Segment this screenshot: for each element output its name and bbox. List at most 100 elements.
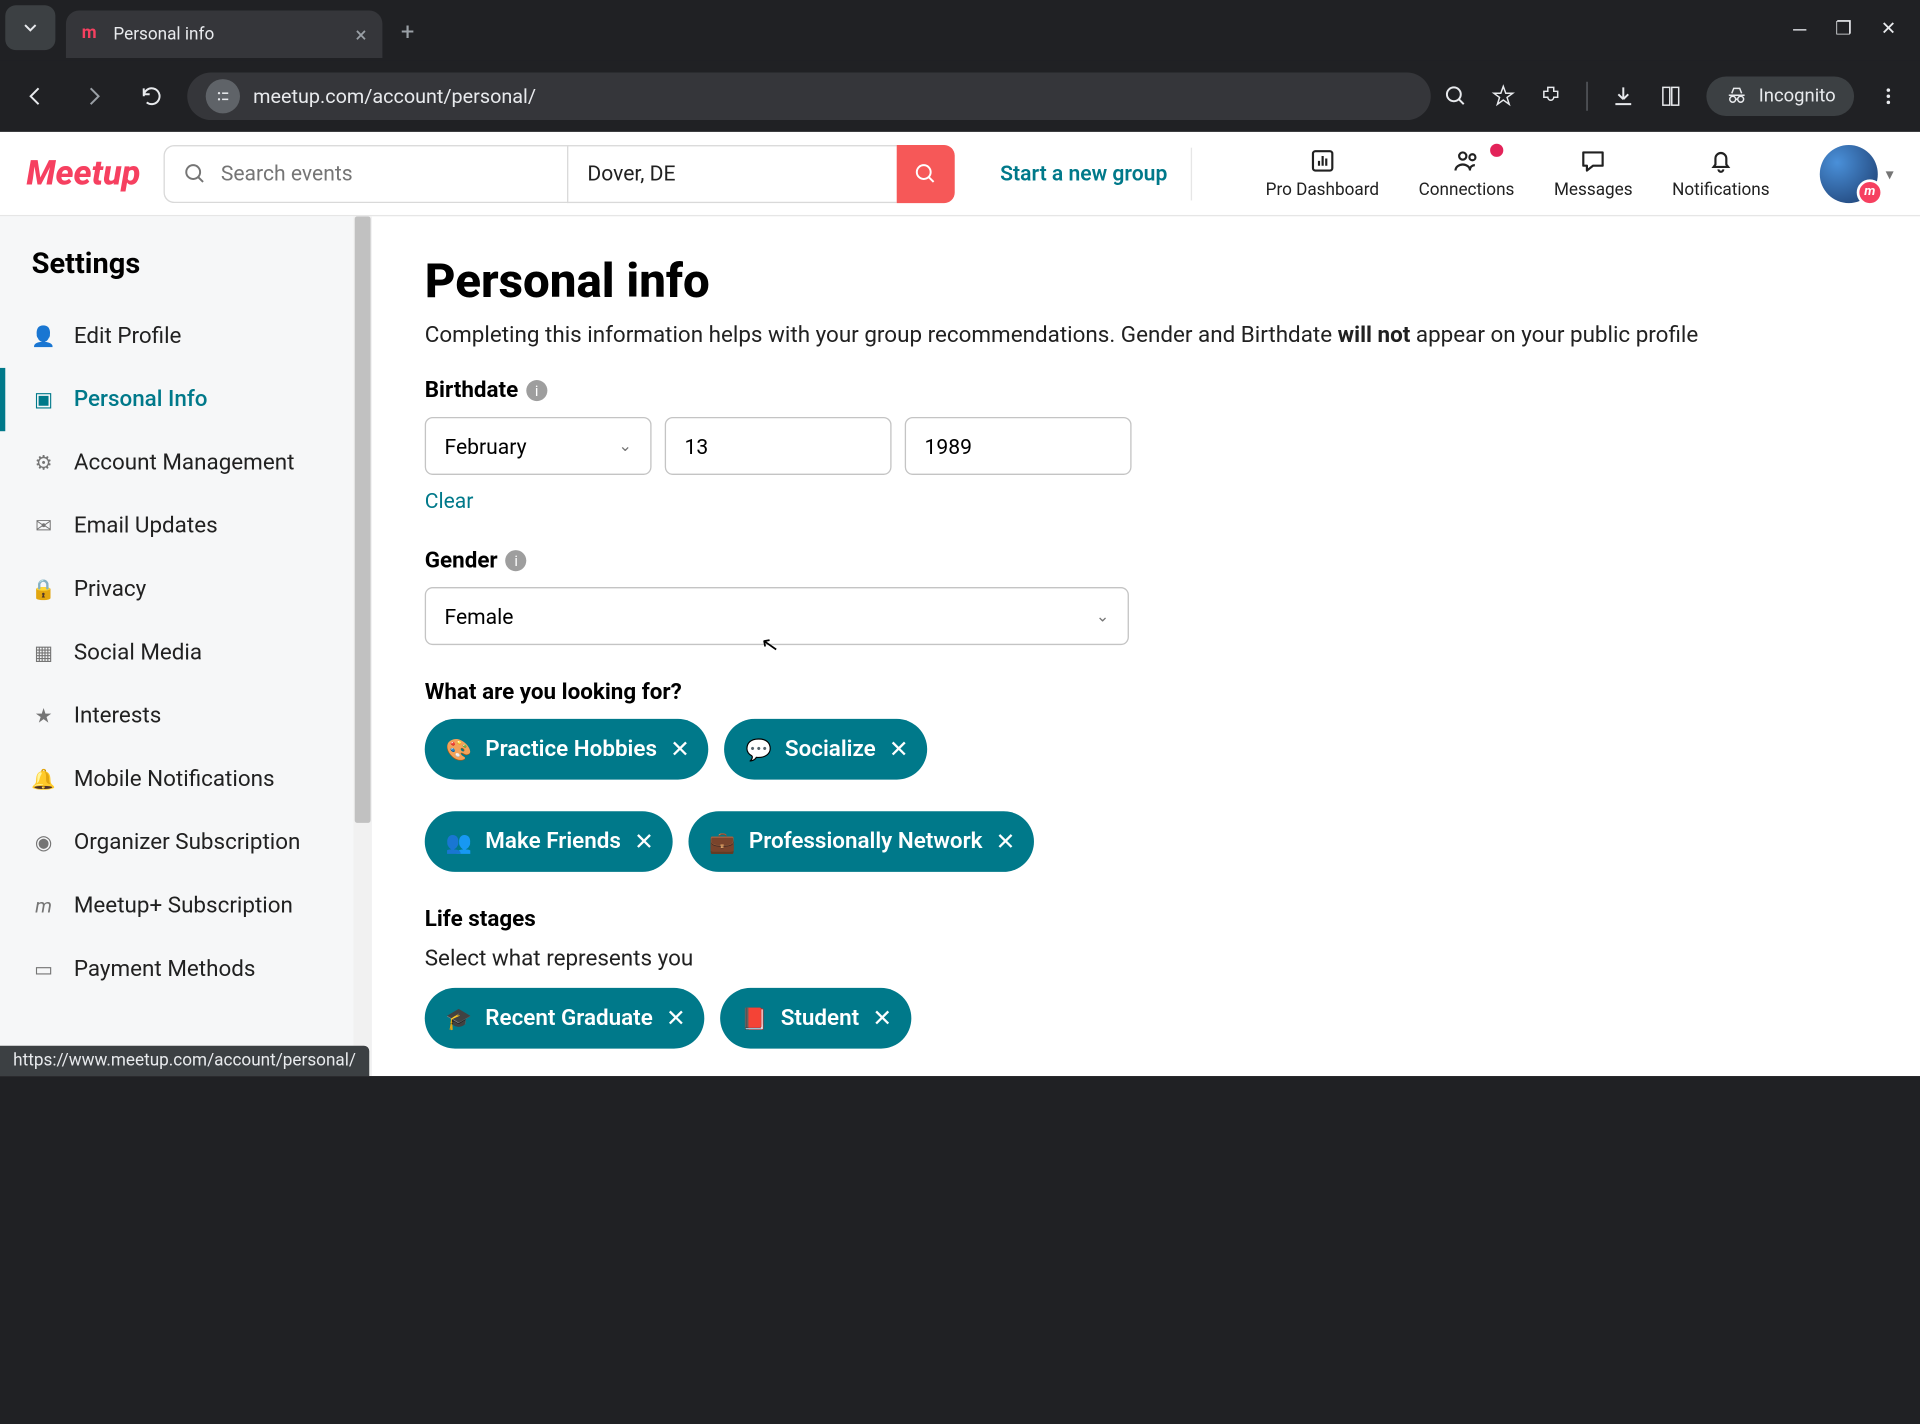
page-title: Personal info — [425, 253, 1868, 308]
sidebar-item-social-media[interactable]: ▦Social Media — [0, 621, 372, 684]
tab-title: Personal info — [113, 24, 344, 44]
chip-socialize[interactable]: 💬Socialize✕ — [724, 719, 927, 780]
remove-icon[interactable]: ✕ — [872, 1004, 892, 1032]
messages-icon — [1579, 146, 1608, 175]
search-icon — [914, 162, 938, 186]
address-bar: meetup.com/account/personal/ Incognito — [0, 61, 1920, 132]
star-icon: ★ — [32, 704, 56, 728]
remove-icon[interactable]: ✕ — [996, 827, 1016, 855]
birth-day-input[interactable]: 13 — [665, 417, 892, 475]
chip-practice-hobbies[interactable]: 🎨Practice Hobbies✕ — [425, 719, 709, 780]
chip-professionally-network[interactable]: 💼Professionally Network✕ — [688, 811, 1034, 872]
close-window-icon[interactable]: ✕ — [1881, 18, 1896, 40]
search-icon — [184, 162, 208, 186]
meetup-logo[interactable]: Meetup — [26, 154, 140, 194]
sidebar-item-interests[interactable]: ★Interests — [0, 684, 372, 747]
sidebar-title: Settings — [0, 248, 372, 305]
sidebar-item-email-updates[interactable]: ✉Email Updates — [0, 495, 372, 558]
info-icon[interactable]: i — [505, 550, 526, 571]
pro-dashboard-link[interactable]: Pro Dashboard — [1266, 146, 1379, 200]
bookmark-icon[interactable] — [1491, 84, 1515, 108]
chip-recent-graduate[interactable]: 🎓Recent Graduate✕ — [425, 988, 705, 1049]
site-info-icon[interactable] — [206, 79, 240, 113]
sidebar-item-payment-methods[interactable]: ▭Payment Methods — [0, 938, 372, 1001]
mail-icon: ✉ — [32, 514, 56, 538]
location-input[interactable]: Dover, DE — [568, 144, 898, 202]
page-subtitle: Completing this information helps with y… — [425, 322, 1868, 348]
chevron-down-icon: ⌄ — [1096, 607, 1109, 625]
sidebar-item-privacy[interactable]: 🔒Privacy — [0, 558, 372, 621]
forward-button[interactable] — [71, 74, 116, 119]
main-content: Personal info Completing this informatio… — [372, 216, 1920, 1076]
minimize-icon[interactable]: ─ — [1793, 18, 1806, 40]
payment-icon: ▭ — [32, 957, 56, 981]
chip-make-friends[interactable]: 👥Make Friends✕ — [425, 811, 673, 872]
gender-select[interactable]: Female ⌄ — [425, 587, 1129, 645]
page-content: Meetup Search events Dover, DE Start a n… — [0, 132, 1920, 1076]
lock-icon: 🔒 — [32, 578, 56, 602]
profile-menu[interactable]: m ▾ — [1809, 144, 1893, 202]
remove-icon[interactable]: ✕ — [889, 735, 909, 763]
sidebar-item-edit-profile[interactable]: 👤Edit Profile — [0, 305, 372, 368]
birthdate-label: Birthdate i — [425, 377, 1868, 403]
life-stages-sublabel: Select what represents you — [425, 945, 1868, 971]
url-input[interactable]: meetup.com/account/personal/ — [187, 73, 1430, 120]
browser-menu-icon[interactable] — [1878, 86, 1899, 107]
life-stages-chips: 🎓Recent Graduate✕ 📕Student✕ 📍New In Town… — [425, 988, 1868, 1076]
remove-icon[interactable]: ✕ — [666, 1004, 686, 1032]
chevron-down-icon: ⌄ — [618, 436, 631, 454]
sidebar-item-personal-info[interactable]: ▣Personal Info — [0, 368, 372, 431]
bell-icon: 🔔 — [32, 767, 56, 791]
notification-dot — [1491, 144, 1504, 157]
search-events-input[interactable]: Search events — [164, 144, 568, 202]
url-text: meetup.com/account/personal/ — [253, 84, 536, 108]
reload-button[interactable] — [129, 74, 174, 119]
bell-icon — [1706, 146, 1735, 175]
extensions-icon[interactable] — [1539, 84, 1563, 108]
chevron-down-icon: ▾ — [1886, 164, 1894, 182]
chip-student[interactable]: 📕Student✕ — [720, 988, 911, 1049]
birth-month-select[interactable]: February ⌄ — [425, 417, 652, 475]
card-icon: ▣ — [32, 388, 56, 412]
gender-label: Gender i — [425, 547, 1868, 573]
meetup-badge-icon: m — [1857, 179, 1883, 205]
looking-for-label: What are you looking for? — [425, 679, 1868, 705]
settings-sidebar: Settings 👤Edit Profile ▣Personal Info ⚙A… — [0, 216, 372, 1076]
remove-icon[interactable]: ✕ — [670, 735, 690, 763]
back-button[interactable] — [13, 74, 58, 119]
notifications-link[interactable]: Notifications — [1672, 146, 1769, 200]
close-tab-icon[interactable]: × — [355, 22, 366, 47]
browser-title-bar: m Personal info × + ─ ❐ ✕ — [0, 0, 1920, 61]
sidebar-item-account-management[interactable]: ⚙Account Management — [0, 431, 372, 494]
browser-tab[interactable]: m Personal info × — [66, 11, 382, 58]
messages-link[interactable]: Messages — [1554, 146, 1633, 200]
clear-birthdate-link[interactable]: Clear — [425, 488, 474, 513]
maximize-icon[interactable]: ❐ — [1835, 18, 1852, 40]
birth-year-input[interactable]: 1989 — [905, 417, 1132, 475]
ticket-icon: ◉ — [32, 831, 56, 855]
sidebar-scrollbar[interactable] — [353, 216, 371, 1076]
sidebar-item-organizer-subscription[interactable]: ◉Organizer Subscription — [0, 811, 372, 874]
looking-for-chips: 🎨Practice Hobbies✕ 💬Socialize✕ 👥Make Fri… — [425, 719, 1868, 872]
tab-search-button[interactable] — [5, 5, 55, 50]
new-tab-button[interactable]: + — [401, 18, 414, 46]
info-icon[interactable]: i — [526, 380, 547, 401]
sidebar-item-mobile-notifications[interactable]: 🔔Mobile Notifications — [0, 748, 372, 811]
meetup-favicon: m — [82, 24, 103, 45]
sidebar-item-meetup-plus[interactable]: mMeetup+ Subscription — [0, 874, 372, 937]
reader-icon[interactable] — [1659, 84, 1683, 108]
dashboard-icon — [1308, 146, 1337, 175]
downloads-icon[interactable] — [1611, 84, 1635, 108]
search-bar: Search events Dover, DE — [164, 144, 955, 202]
remove-icon[interactable]: ✕ — [634, 827, 654, 855]
incognito-badge[interactable]: Incognito — [1706, 76, 1854, 116]
start-group-link[interactable]: Start a new group — [1000, 161, 1167, 186]
share-icon: ▦ — [32, 641, 56, 665]
person-icon: 👤 — [32, 324, 56, 348]
zoom-icon[interactable] — [1444, 84, 1468, 108]
avatar: m — [1820, 144, 1878, 202]
search-button[interactable] — [897, 144, 955, 202]
life-stages-label: Life stages — [425, 906, 1868, 932]
connections-icon — [1451, 146, 1483, 175]
connections-link[interactable]: Connections — [1419, 146, 1515, 200]
